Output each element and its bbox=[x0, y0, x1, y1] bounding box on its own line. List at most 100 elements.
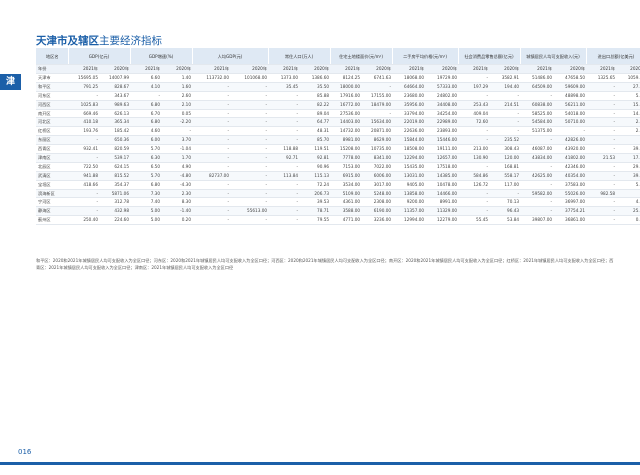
table-cell: 15.89 bbox=[616, 100, 640, 110]
table-cell: 5.97 bbox=[616, 180, 640, 190]
table-cell: 18068.00 bbox=[392, 73, 426, 83]
table-cell: 22989.00 bbox=[425, 117, 459, 128]
table-cell: - bbox=[192, 135, 231, 146]
table-cell: 213.00 bbox=[458, 144, 490, 155]
table-cell: - bbox=[268, 100, 300, 110]
table-cell: 42826.00 bbox=[553, 135, 587, 146]
table-cell: - bbox=[586, 144, 617, 155]
table-cell: - bbox=[268, 91, 300, 101]
table-cell: - bbox=[586, 180, 617, 190]
table-cell: 115.13 bbox=[299, 171, 331, 181]
table-cell: 168.81 bbox=[489, 162, 521, 172]
table-cell: 250.40 bbox=[68, 215, 99, 226]
table-cell: - bbox=[230, 109, 269, 119]
table-cell: - bbox=[161, 126, 193, 137]
table-cell: 17.93 bbox=[616, 153, 640, 163]
year-header: 2021年 bbox=[130, 64, 162, 74]
table-cell: - bbox=[230, 82, 269, 92]
table-cell: 815.52 bbox=[99, 171, 131, 181]
table-cell: 15695.05 bbox=[68, 73, 99, 83]
year-header: 2021年 bbox=[586, 64, 617, 74]
table-cell: - bbox=[192, 206, 231, 217]
table-cell: 6.80 bbox=[130, 180, 162, 190]
table-cell: 1.40 bbox=[161, 73, 193, 83]
table-cell: - bbox=[616, 189, 640, 199]
table-cell: 41802.00 bbox=[553, 153, 587, 163]
column-header: GDP(亿元) bbox=[68, 48, 131, 65]
table-cell: 53.84 bbox=[489, 215, 521, 226]
table-cell: 22019.00 bbox=[392, 117, 426, 128]
table-cell: 42346.00 bbox=[553, 162, 587, 172]
region-name: 河东区 bbox=[36, 91, 68, 101]
table-cell: - bbox=[230, 117, 269, 128]
table-cell: 82737.00 bbox=[192, 171, 231, 181]
table-cell: 15446.00 bbox=[425, 135, 459, 146]
year-header: 2020年 bbox=[299, 64, 331, 74]
table-cell: 2.60 bbox=[161, 91, 193, 101]
table-cell: - bbox=[268, 180, 300, 190]
table-cell: 35.50 bbox=[299, 82, 331, 92]
table-cell: 2.74 bbox=[616, 126, 640, 137]
table-cell: 3236.00 bbox=[361, 215, 393, 226]
table-cell: - bbox=[68, 189, 99, 199]
table-cell: - bbox=[230, 189, 269, 199]
table-cell: 9200.00 bbox=[392, 197, 426, 208]
table-cell: 214.51 bbox=[489, 100, 521, 110]
table-cell: - bbox=[192, 82, 231, 92]
table-cell: 34408.00 bbox=[425, 100, 459, 110]
table-cell: -4.30 bbox=[161, 180, 193, 190]
year-header: 2021年 bbox=[520, 64, 554, 74]
table-cell: - bbox=[130, 91, 162, 101]
table-cell: 6.00 bbox=[130, 135, 162, 146]
year-header: 2020年 bbox=[161, 64, 193, 74]
table-cell: - bbox=[268, 162, 300, 172]
table-cell: 92.81 bbox=[299, 153, 331, 163]
table-cell: 64.77 bbox=[299, 117, 331, 128]
table-body: 天津市 15695.05 14007.99 6.60 1.40 113732.00 1010… bbox=[36, 73, 640, 226]
table-cell: 193.76 bbox=[68, 126, 99, 137]
table-cell: 58525.00 bbox=[520, 109, 554, 119]
table-row: 西青区 932.41 820.59 5.70 -1.04- -118.88 119.51 15… bbox=[36, 144, 640, 155]
table-cell: 55.45 bbox=[458, 215, 490, 226]
table-cell: - bbox=[489, 126, 521, 137]
table-cell: 23893.00 bbox=[425, 126, 459, 137]
column-header: 地区名 bbox=[36, 48, 69, 65]
table-cell: 1059.31 bbox=[616, 73, 640, 83]
table-cell: 6.30 bbox=[130, 153, 162, 163]
table-cell: 722.50 bbox=[68, 162, 99, 172]
table-cell: - bbox=[268, 197, 300, 208]
table-cell: 8991.00 bbox=[425, 197, 459, 208]
table-cell: - bbox=[458, 197, 490, 208]
table-cell: 982.58 bbox=[586, 189, 617, 199]
table-cell: - bbox=[192, 91, 231, 101]
table-cell: 8629.00 bbox=[361, 135, 393, 146]
column-header: 二手房平均价格(元/m²) bbox=[392, 48, 459, 65]
table-cell: 17916.00 bbox=[330, 91, 362, 101]
table-cell: - bbox=[458, 135, 490, 146]
table-cell: - bbox=[68, 91, 99, 101]
table-cell: 27536.00 bbox=[330, 109, 362, 119]
table-cell: -2.20 bbox=[161, 117, 193, 128]
table-cell: 194.40 bbox=[489, 82, 521, 92]
table-cell: 2.30 bbox=[161, 189, 193, 199]
table-cell: - bbox=[489, 91, 521, 101]
region-name: 武清区 bbox=[36, 171, 68, 181]
region-name: 静海区 bbox=[36, 206, 68, 217]
year-header: 2020年 bbox=[616, 64, 640, 74]
table-cell: 5.70 bbox=[130, 171, 162, 181]
region-name: 宝坻区 bbox=[36, 180, 68, 190]
table-cell: - bbox=[68, 197, 99, 208]
table-cell: 8.30 bbox=[161, 197, 193, 208]
table-cell: 5871.06 bbox=[99, 189, 131, 199]
table-cell: - bbox=[192, 109, 231, 119]
table-cell: - bbox=[230, 162, 269, 172]
table-cell: - bbox=[520, 180, 554, 190]
table-cell: - bbox=[520, 135, 554, 146]
table-cell: 3534.00 bbox=[330, 180, 362, 190]
region-name: 滨海新区 bbox=[36, 189, 68, 199]
table-cell: 6190.00 bbox=[361, 206, 393, 217]
table-cell: - bbox=[68, 206, 99, 217]
table-cell: 354.37 bbox=[99, 180, 131, 190]
table-cell: 6.80 bbox=[130, 100, 162, 110]
table-cell: 16772.00 bbox=[330, 100, 362, 110]
